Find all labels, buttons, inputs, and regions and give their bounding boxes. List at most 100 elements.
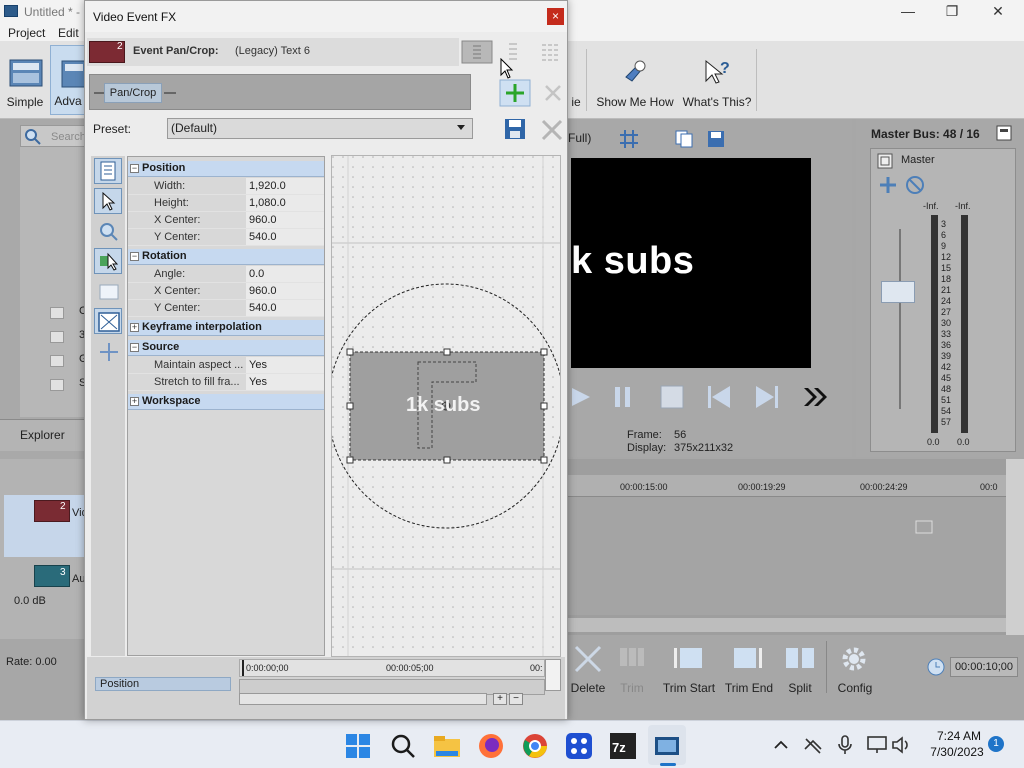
zoom-tool[interactable] xyxy=(94,218,122,244)
master-fx-icon[interactable] xyxy=(877,153,893,169)
edit-time-display[interactable]: 00:00:10;00 xyxy=(950,657,1018,677)
keyframe-cursor[interactable] xyxy=(242,660,244,676)
app-dots-icon[interactable] xyxy=(565,732,593,760)
section-keyframe-interpolation[interactable]: + Keyframe interpolation xyxy=(128,320,324,336)
delete-button[interactable]: Delete xyxy=(568,641,608,695)
menu-edit[interactable]: Edit xyxy=(58,26,79,40)
clock-time[interactable]: 7:24 AM xyxy=(934,729,984,743)
property-row[interactable]: Stretch to fill fra... Yes xyxy=(128,374,324,391)
property-row[interactable]: Angle: 0.0 xyxy=(128,266,324,283)
remove-plugin-icon[interactable] xyxy=(541,81,565,105)
grid-icon[interactable] xyxy=(618,129,640,149)
keyframe-zoom-scrollbar[interactable] xyxy=(545,659,561,691)
trim-start-button[interactable]: Trim Start xyxy=(660,641,718,695)
chain-view-icon[interactable] xyxy=(461,40,493,64)
play-icon[interactable] xyxy=(566,380,600,414)
partial-toolbar-button[interactable]: ie xyxy=(566,45,586,115)
lock-aspect-tool[interactable] xyxy=(94,308,122,334)
stop-icon[interactable] xyxy=(655,380,689,414)
timeline-tracks[interactable] xyxy=(566,497,1006,615)
close-app-button[interactable]: ✕ xyxy=(978,2,1018,20)
property-value[interactable]: Yes xyxy=(246,357,324,373)
property-value[interactable]: 540.0 xyxy=(246,300,324,316)
menu-project[interactable]: Project xyxy=(8,26,45,40)
chain-grid-icon[interactable] xyxy=(539,40,563,64)
keyframe-horizontal-scrollbar[interactable] xyxy=(239,693,487,705)
keyframe-add-button[interactable]: + xyxy=(493,693,507,705)
move-tool[interactable] xyxy=(94,248,122,274)
go-to-start-icon[interactable] xyxy=(702,380,736,414)
mixer-options-icon[interactable] xyxy=(996,125,1012,141)
bypass-icon[interactable] xyxy=(905,175,925,195)
section-workspace[interactable]: + Workspace xyxy=(128,394,324,410)
enable-snapping-tool[interactable] xyxy=(94,278,122,304)
keyframe-remove-button[interactable]: − xyxy=(509,693,523,705)
search-icon[interactable] xyxy=(390,733,416,759)
property-row[interactable]: X Center: 960.0 xyxy=(128,283,324,300)
7zip-icon[interactable]: 7z xyxy=(609,732,637,760)
preview-quality[interactable]: Full) xyxy=(568,131,591,145)
trim-end-button[interactable]: Trim End xyxy=(722,641,776,695)
network-off-icon[interactable] xyxy=(802,735,824,755)
property-value[interactable]: 1,080.0 xyxy=(246,195,324,211)
properties-tool[interactable] xyxy=(94,158,122,184)
dialog-close-button[interactable]: × xyxy=(547,8,564,25)
start-icon[interactable] xyxy=(345,733,371,759)
property-row[interactable]: Height: 1,080.0 xyxy=(128,195,324,212)
preset-dropdown[interactable]: (Default) xyxy=(167,118,473,139)
track-header-audio[interactable]: 3 Au xyxy=(4,561,86,595)
pan-crop-canvas[interactable]: 1k subs xyxy=(331,155,561,657)
property-row[interactable]: X Center: 960.0 xyxy=(128,212,324,229)
minimize-button[interactable]: — xyxy=(888,2,928,20)
advanced-layout-button[interactable]: Adva xyxy=(50,45,87,115)
scale-center-tool[interactable] xyxy=(94,338,122,364)
trim-button[interactable]: Trim xyxy=(612,641,652,695)
chrome-icon[interactable] xyxy=(521,732,549,760)
copy-snapshot-icon[interactable] xyxy=(674,129,694,149)
property-row[interactable]: Width: 1,920.0 xyxy=(128,178,324,195)
simple-layout-button[interactable]: Simple xyxy=(2,45,48,115)
fx-plugin-icon[interactable] xyxy=(877,175,899,195)
property-row[interactable]: Maintain aspect ... Yes xyxy=(128,357,324,374)
pan-crop-plugin-chip[interactable]: Pan/Crop xyxy=(104,83,162,103)
display-icon[interactable] xyxy=(866,734,888,756)
firefox-icon[interactable] xyxy=(477,732,505,760)
save-snapshot-icon[interactable] xyxy=(706,129,726,149)
property-row[interactable]: Y Center: 540.0 xyxy=(128,229,324,246)
pause-icon[interactable] xyxy=(606,380,640,414)
property-value[interactable]: 960.0 xyxy=(246,212,324,228)
property-value[interactable]: 1,920.0 xyxy=(246,178,324,194)
maximize-button[interactable]: ❐ xyxy=(932,2,972,20)
split-button[interactable]: Split xyxy=(780,641,820,695)
section-position[interactable]: − Position xyxy=(128,161,324,177)
go-to-end-icon[interactable] xyxy=(750,380,784,414)
add-plugin-icon[interactable] xyxy=(499,79,531,107)
dialog-titlebar[interactable]: Video Event FX × xyxy=(85,1,567,32)
file-explorer-icon[interactable] xyxy=(433,733,461,759)
normal-edit-tool[interactable] xyxy=(94,188,122,214)
chevron-up-icon[interactable] xyxy=(772,737,790,753)
property-value[interactable]: 960.0 xyxy=(246,283,324,299)
master-fader-handle[interactable] xyxy=(881,281,915,303)
timeline-ruler[interactable]: 00:00:15:00 00:00:19:29 00:00:24:29 00:0 xyxy=(566,475,1006,497)
show-me-how-button[interactable]: Show Me How xyxy=(592,45,678,115)
track-header-video[interactable]: 2 Vid xyxy=(4,495,88,557)
microphone-icon[interactable] xyxy=(836,734,854,756)
timeline-vertical-scrollbar[interactable] xyxy=(1006,459,1024,635)
config-button[interactable]: Config xyxy=(832,641,878,695)
property-value[interactable]: Yes xyxy=(246,374,324,390)
more-transport-icon[interactable] xyxy=(798,380,832,414)
speaker-icon[interactable] xyxy=(890,734,912,756)
explorer-tab[interactable]: Explorer xyxy=(20,428,65,442)
property-value[interactable]: 0.0 xyxy=(246,266,324,282)
section-rotation[interactable]: − Rotation xyxy=(128,249,324,265)
property-value[interactable]: 540.0 xyxy=(246,229,324,245)
save-preset-icon[interactable] xyxy=(503,117,527,141)
explorer-search-box[interactable]: Search xyxy=(20,125,86,147)
keyframe-row-label[interactable]: Position xyxy=(95,677,231,691)
notification-badge[interactable]: 1 xyxy=(988,736,1004,752)
clock-date[interactable]: 7/30/2023 xyxy=(926,745,988,759)
keyframe-ruler[interactable]: 0:00:00;00 00:00:05;00 00: xyxy=(239,659,545,677)
property-row[interactable]: Y Center: 540.0 xyxy=(128,300,324,317)
timeline-horizontal-scrollbar[interactable] xyxy=(566,618,1006,632)
